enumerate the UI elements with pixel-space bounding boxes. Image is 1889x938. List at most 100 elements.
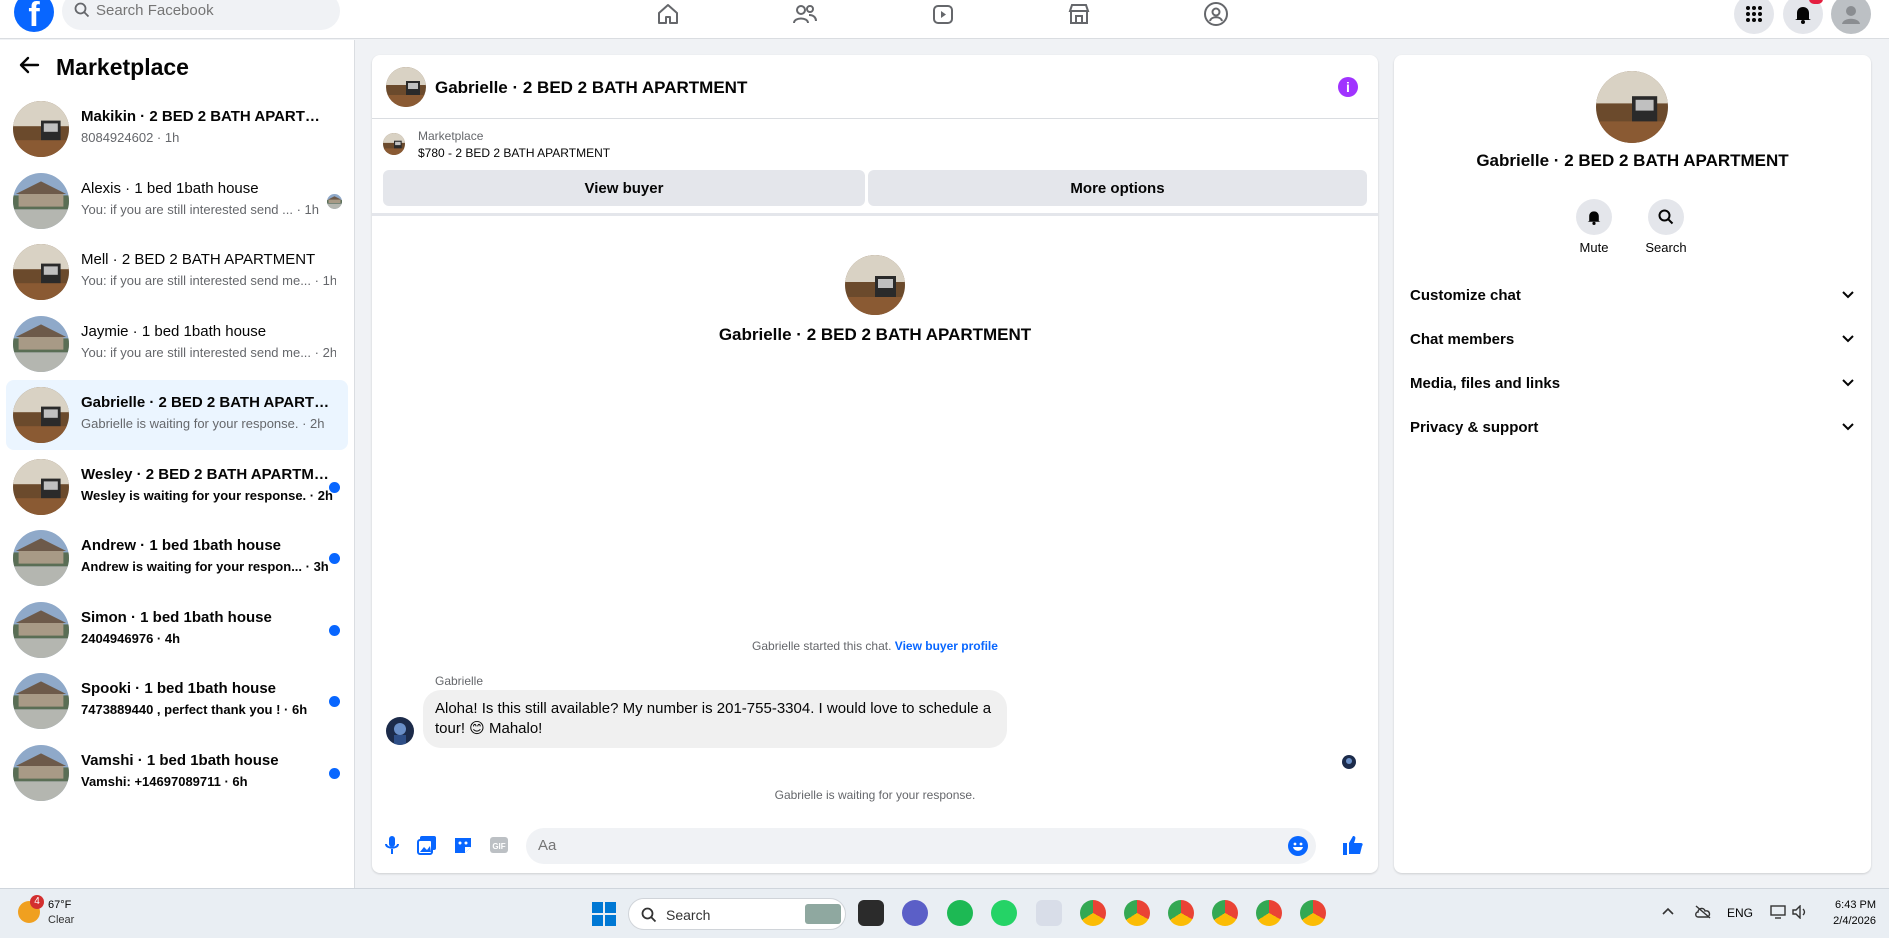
section-label: Privacy & support: [1410, 418, 1539, 436]
search-icon: [1648, 199, 1684, 235]
section-label: Customize chat: [1410, 286, 1521, 304]
customize-chat-section[interactable]: Customize chat: [1410, 275, 1855, 315]
conversation-name: Vamshi · 1 bed 1bath house: [81, 751, 279, 769]
chrome-profile-icon[interactable]: [1300, 900, 1326, 926]
conversation-avatar: [13, 530, 69, 586]
waiting-notice: Gabrielle is waiting for your response.: [774, 788, 976, 802]
top-navigation-bar: f: [0, 0, 1889, 39]
gif-icon[interactable]: GIF: [488, 834, 510, 856]
windows-start-icon[interactable]: [592, 902, 616, 931]
photo-icon[interactable]: [416, 834, 438, 856]
chevron-up-icon[interactable]: [1662, 905, 1674, 919]
display-icon[interactable]: [1770, 905, 1786, 922]
info-icon[interactable]: i: [1338, 77, 1358, 97]
chrome-profile-icon[interactable]: [1168, 900, 1194, 926]
conversation-item[interactable]: Vamshi · 1 bed 1bath house Vamshi: +14697…: [6, 738, 348, 808]
conversation-name: Wesley · 2 BED 2 BATH APARTMENT: [81, 465, 331, 483]
microphone-icon[interactable]: [381, 834, 403, 856]
chat-title[interactable]: Gabrielle · 2 BED 2 BATH APARTMENT: [435, 78, 747, 98]
system-clock[interactable]: 6:43 PM 2/4/2026: [1820, 897, 1876, 929]
whatsapp-icon[interactable]: [991, 900, 1017, 926]
sticker-icon[interactable]: [452, 834, 474, 856]
sender-avatar[interactable]: [386, 717, 414, 745]
friends-icon[interactable]: [791, 0, 819, 28]
weather-badge: 4: [30, 895, 44, 909]
home-icon[interactable]: [654, 0, 682, 28]
chrome-profile-icon[interactable]: [1212, 900, 1238, 926]
conversation-item[interactable]: Mell · 2 BED 2 BATH APARTMENT You: if you…: [6, 237, 348, 307]
chat-details-panel: Gabrielle · 2 BED 2 BATH APARTMENT Mute …: [1394, 55, 1871, 873]
search-input[interactable]: [96, 2, 316, 19]
bell-icon: [1576, 199, 1612, 235]
facebook-search[interactable]: [62, 0, 340, 30]
chrome-icon[interactable]: [1080, 900, 1106, 926]
message-input-wrapper[interactable]: [526, 828, 1316, 864]
chrome-profile-icon[interactable]: [1256, 900, 1282, 926]
media-files-links-section[interactable]: Media, files and links: [1410, 363, 1855, 403]
conversation-snippet: You: if you are still interested send me…: [81, 344, 336, 360]
like-icon[interactable]: [1342, 834, 1364, 856]
app-window: f Search Facebook Marketplace Makikin · …: [0, 0, 1889, 938]
details-avatar[interactable]: [1596, 71, 1668, 143]
conversation-avatar: [13, 673, 69, 729]
chevron-down-icon: [1841, 419, 1855, 436]
view-buyer-profile-link[interactable]: View buyer profile: [895, 639, 998, 653]
conversation-item[interactable]: Alexis · 1 bed 1bath house You: if you ar…: [6, 166, 348, 236]
message-input[interactable]: [538, 837, 1258, 854]
avatar[interactable]: [1831, 0, 1871, 34]
onedrive-icon[interactable]: [1694, 905, 1712, 922]
conversation-item[interactable]: Gabrielle · 2 BED 2 BATH APARTMENT Gabrie…: [6, 380, 348, 450]
conversation-item[interactable]: Makikin · 2 BED 2 BATH APARTMENT 80849246…: [6, 94, 348, 164]
search-in-chat-button[interactable]: Search: [1636, 199, 1696, 255]
mute-button[interactable]: Mute: [1564, 199, 1624, 255]
conversation-avatar: [13, 601, 69, 658]
snipping-tool-icon[interactable]: [1036, 900, 1062, 926]
more-options-button[interactable]: More options: [868, 170, 1367, 206]
listing-item[interactable]: $780 - 2 BED 2 BATH APARTMENT: [418, 146, 610, 160]
taskbar-search[interactable]: Search: [628, 898, 846, 930]
conversation-item[interactable]: Wesley · 2 BED 2 BATH APARTMENT Wesley is…: [6, 452, 348, 522]
conversation-avatar: [13, 172, 69, 229]
search-highlight-image: [805, 904, 841, 924]
conversation-snippet: Andrew is waiting for your respon... · 3…: [81, 559, 329, 574]
view-buyer-button[interactable]: View buyer: [383, 170, 865, 206]
message-sender: Gabrielle: [435, 674, 484, 688]
watch-icon[interactable]: [929, 0, 957, 28]
conversation-avatar: [13, 315, 69, 372]
conversation-snippet: You: if you are still interested send ..…: [81, 201, 319, 217]
chat-intro: Gabrielle · 2 BED 2 BATH APARTMENT: [372, 255, 1378, 345]
conversation-avatar: [13, 387, 69, 443]
conversation-item[interactable]: Jaymie · 1 bed 1bath house You: if you ar…: [6, 309, 348, 379]
teams-icon[interactable]: [902, 900, 928, 926]
volume-icon[interactable]: [1792, 904, 1808, 922]
chrome-profile-icon[interactable]: [1124, 900, 1150, 926]
emoji-icon[interactable]: [1288, 836, 1308, 856]
seen-indicator: [1342, 755, 1356, 769]
task-view-icon[interactable]: [858, 900, 884, 926]
listing-thumbnail[interactable]: [383, 133, 405, 155]
marketplace-icon[interactable]: [1065, 0, 1093, 28]
conversation-item[interactable]: Simon · 1 bed 1bath house 2404946976 · 4h: [6, 595, 348, 665]
mute-label: Mute: [1579, 240, 1609, 255]
language-indicator[interactable]: ENG: [1727, 906, 1753, 920]
chat-avatar[interactable]: [386, 67, 426, 107]
unread-dot: [329, 767, 340, 779]
conversation-item[interactable]: Andrew · 1 bed 1bath house Andrew is wait…: [6, 523, 348, 593]
menu-grid-icon[interactable]: [1734, 0, 1774, 34]
message-composer: GIF: [372, 820, 1378, 873]
chat-panel: Gabrielle · 2 BED 2 BATH APARTMENT i Mar…: [372, 55, 1378, 873]
conversation-name: Andrew · 1 bed 1bath house: [81, 537, 282, 554]
unread-dot: [329, 481, 340, 493]
conversation-item[interactable]: Spooki · 1 bed 1bath house 7473889440 , p…: [6, 666, 348, 736]
groups-icon[interactable]: [1202, 0, 1230, 28]
search-icon: [74, 2, 90, 23]
spotify-icon[interactable]: [947, 900, 973, 926]
bell-icon[interactable]: [1783, 0, 1823, 34]
chat-members-section[interactable]: Chat members: [1410, 319, 1855, 359]
message-bubble[interactable]: Aloha! Is this still available? My numbe…: [423, 690, 1007, 748]
conversation-snippet: You: if you are still interested send me…: [81, 273, 336, 288]
privacy-support-section[interactable]: Privacy & support: [1410, 407, 1855, 447]
back-arrow-icon[interactable]: [18, 54, 40, 81]
facebook-logo[interactable]: f: [14, 0, 54, 32]
intro-name: Gabrielle · 2 BED 2 BATH APARTMENT: [718, 325, 1032, 344]
